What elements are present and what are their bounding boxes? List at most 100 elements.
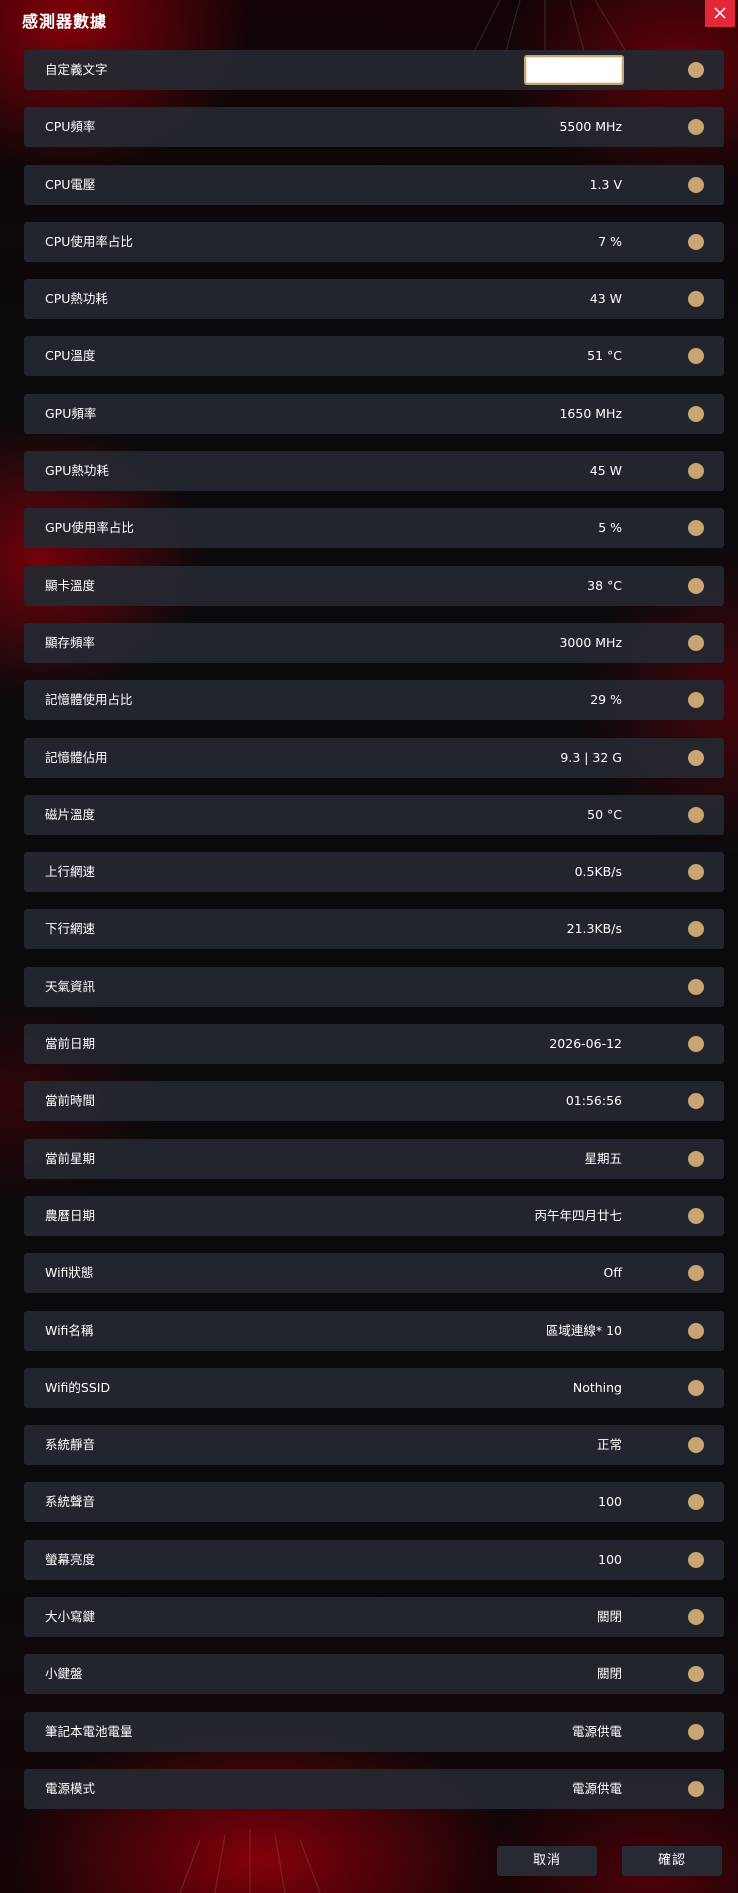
sensor-label: 螢幕亮度 — [45, 1551, 96, 1567]
sensor-row[interactable]: 小鍵盤 關閉 — [24, 1654, 724, 1695]
toggle-dot-icon[interactable] — [688, 1379, 704, 1396]
toggle-dot-icon[interactable] — [688, 463, 704, 480]
sensor-label: 當前時間 — [45, 1093, 96, 1109]
sensor-label: 小鍵盤 — [45, 1666, 83, 1682]
sensor-row[interactable]: 天氣資訊 — [24, 966, 724, 1007]
toggle-dot-icon[interactable] — [688, 176, 704, 193]
sensor-label: GPU頻率 — [45, 405, 97, 421]
toggle-dot-icon[interactable] — [688, 978, 704, 995]
toggle-dot-icon[interactable] — [688, 291, 704, 308]
sensor-row[interactable]: Wifi狀態 Off — [24, 1253, 724, 1294]
toggle-dot-icon[interactable] — [688, 1494, 704, 1511]
toggle-dot-icon[interactable] — [688, 921, 704, 938]
toggle-dot-icon[interactable] — [688, 119, 704, 136]
sensor-row[interactable]: CPU使用率占比 7 % — [24, 221, 724, 262]
sensor-row[interactable]: GPU頻率 1650 MHz — [24, 393, 724, 434]
sensor-label: 系統靜音 — [45, 1437, 96, 1453]
sensor-row[interactable]: 大小寫鍵 關閉 — [24, 1597, 724, 1638]
toggle-dot-icon[interactable] — [688, 634, 704, 651]
sensor-row[interactable]: 系統聲音 100 — [24, 1482, 724, 1523]
toggle-dot-icon[interactable] — [688, 405, 704, 422]
toggle-dot-icon[interactable] — [688, 233, 704, 250]
sensor-value: 區域連線* 10 — [545, 1322, 622, 1338]
toggle-dot-icon[interactable] — [688, 62, 704, 78]
sensor-value: 45 W — [589, 463, 622, 479]
sensor-label: 筆記本電池電量 — [45, 1723, 133, 1739]
sensor-label: CPU熱功耗 — [45, 291, 108, 307]
sensor-row[interactable]: 上行網速 0.5KB/s — [24, 852, 724, 893]
sensor-label: 磁片溫度 — [45, 806, 96, 822]
sensor-row[interactable]: 農曆日期 丙午年四月廿七 — [24, 1195, 724, 1236]
toggle-dot-icon[interactable] — [688, 1551, 704, 1568]
sensor-value: 43 W — [589, 291, 622, 307]
toggle-dot-icon[interactable] — [688, 1780, 704, 1797]
toggle-dot-icon[interactable] — [688, 1723, 704, 1740]
sensor-row[interactable]: 記憶體使用占比 29 % — [24, 680, 724, 721]
sensor-value: 100 — [598, 1551, 622, 1567]
custom-text-input[interactable] — [524, 55, 624, 85]
sensor-value: 星期五 — [584, 1150, 622, 1166]
sensor-row[interactable]: GPU使用率占比 5 % — [24, 508, 724, 549]
sensor-label: 顯存頻率 — [45, 634, 96, 650]
sensor-row[interactable]: 顯存頻率 3000 MHz — [24, 622, 724, 663]
sensor-row[interactable]: 顯卡溫度 38 °C — [24, 565, 724, 606]
sensor-value: Off — [603, 1265, 622, 1281]
toggle-dot-icon[interactable] — [688, 1322, 704, 1339]
sensor-row[interactable]: 當前星期 星期五 — [24, 1138, 724, 1179]
toggle-dot-icon[interactable] — [688, 1265, 704, 1282]
window-title: 感測器數據 — [22, 12, 108, 31]
sensor-row[interactable]: 筆記本電池電量 電源供電 — [24, 1711, 724, 1752]
sensor-value: 1.3 V — [589, 176, 622, 192]
sensor-label: 當前日期 — [45, 1036, 96, 1052]
sensor-value: 0.5KB/s — [574, 864, 622, 880]
toggle-dot-icon[interactable] — [688, 1207, 704, 1224]
toggle-dot-icon[interactable] — [688, 864, 704, 881]
sensor-row[interactable]: 下行網速 21.3KB/s — [24, 909, 724, 950]
sensor-row[interactable]: CPU溫度 51 °C — [24, 336, 724, 377]
sensor-row[interactable]: 當前時間 01:56:56 — [24, 1081, 724, 1122]
sensor-row[interactable]: Wifi的SSID Nothing — [24, 1367, 724, 1408]
toggle-dot-icon[interactable] — [688, 520, 704, 537]
toggle-dot-icon[interactable] — [688, 692, 704, 709]
sensor-row[interactable]: 當前日期 2026-06-12 — [24, 1024, 724, 1065]
sensor-row[interactable]: 記憶體佔用 9.3 | 32 G — [24, 737, 724, 778]
toggle-dot-icon[interactable] — [688, 1093, 704, 1110]
toggle-dot-icon[interactable] — [688, 1036, 704, 1053]
sensor-value: 關閉 — [596, 1609, 622, 1625]
sensor-row[interactable]: CPU頻率 5500 MHz — [24, 107, 724, 148]
confirm-button[interactable]: 確認 — [622, 1846, 722, 1876]
sensor-label: Wifi名稱 — [45, 1322, 94, 1338]
sensor-value: Nothing — [572, 1379, 622, 1395]
sensor-value: 29 % — [590, 692, 622, 708]
sensor-value: 丙午年四月廿七 — [534, 1207, 622, 1223]
close-button[interactable] — [705, 0, 735, 27]
toggle-dot-icon[interactable] — [688, 577, 704, 594]
sensor-value: 電源供電 — [571, 1723, 622, 1739]
toggle-dot-icon[interactable] — [688, 806, 704, 823]
sensor-label: 下行網速 — [45, 921, 96, 937]
toggle-dot-icon[interactable] — [688, 1609, 704, 1626]
toggle-dot-icon[interactable] — [688, 348, 704, 365]
sensor-row[interactable]: Wifi名稱 區域連線* 10 — [24, 1310, 724, 1351]
sensor-row[interactable]: CPU熱功耗 43 W — [24, 279, 724, 320]
sensor-row[interactable]: 電源模式 電源供電 — [24, 1768, 724, 1809]
close-icon — [714, 7, 726, 19]
sensor-label: GPU使用率占比 — [45, 520, 134, 536]
sensor-row-custom-text[interactable]: 自定義文字 — [24, 50, 724, 90]
toggle-dot-icon[interactable] — [688, 1666, 704, 1683]
sensor-label: 當前星期 — [45, 1150, 96, 1166]
sensor-value: 關閉 — [596, 1666, 622, 1682]
sensor-value: 5 % — [598, 520, 622, 536]
sensor-label: 農曆日期 — [45, 1207, 96, 1223]
sensor-row[interactable]: 系統靜音 正常 — [24, 1425, 724, 1466]
toggle-dot-icon[interactable] — [688, 1150, 704, 1167]
toggle-dot-icon[interactable] — [688, 749, 704, 766]
sensor-row[interactable]: GPU熱功耗 45 W — [24, 451, 724, 492]
sensor-label: CPU使用率占比 — [45, 233, 133, 249]
sensor-row[interactable]: 磁片溫度 50 °C — [24, 794, 724, 835]
sensor-value: 01:56:56 — [565, 1093, 622, 1109]
toggle-dot-icon[interactable] — [688, 1437, 704, 1454]
sensor-row[interactable]: 螢幕亮度 100 — [24, 1539, 724, 1580]
cancel-button[interactable]: 取消 — [497, 1846, 597, 1876]
sensor-row[interactable]: CPU電壓 1.3 V — [24, 164, 724, 205]
